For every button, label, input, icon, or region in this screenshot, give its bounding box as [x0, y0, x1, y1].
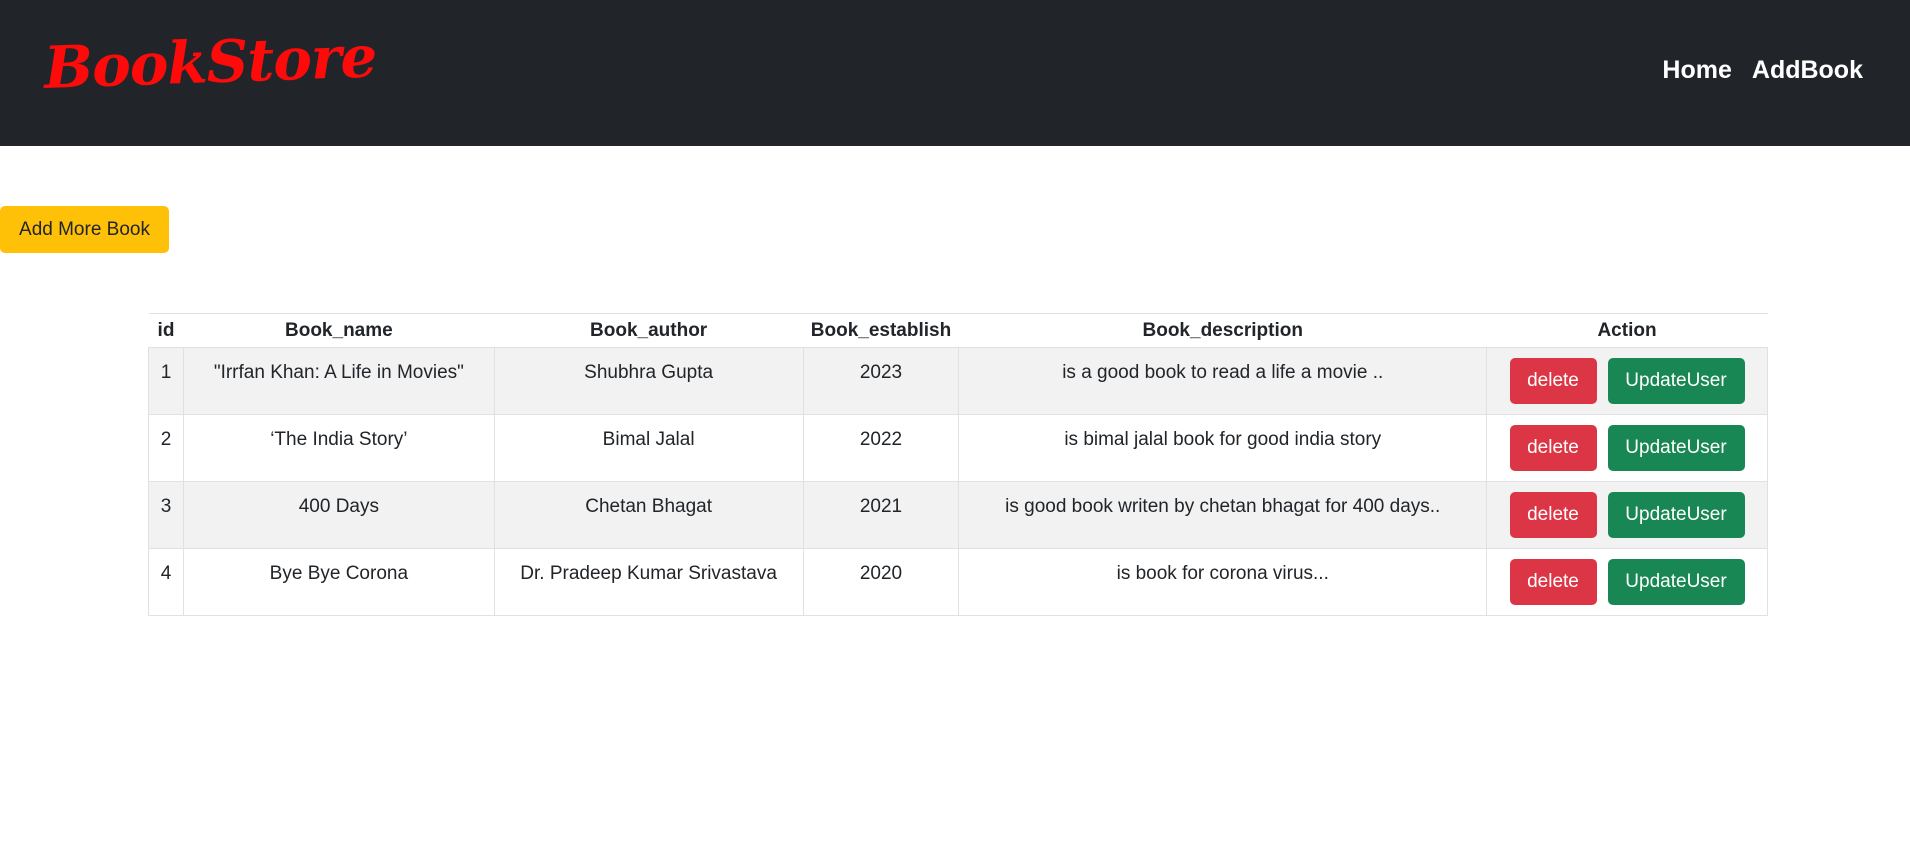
- cell-action: delete UpdateUser: [1486, 548, 1768, 616]
- header-book-author[interactable]: Book_author: [494, 313, 803, 348]
- nav-link-addbook[interactable]: AddBook: [1752, 56, 1863, 85]
- cell-book-description: is a good book to read a life a movie ..: [958, 347, 1488, 415]
- cell-book-author: Chetan Bhagat: [493, 481, 804, 549]
- cell-action: delete UpdateUser: [1486, 414, 1768, 482]
- cell-book-description: is bimal jalal book for good india story: [958, 414, 1488, 482]
- header-book-establish[interactable]: Book_establish: [803, 313, 959, 348]
- delete-button[interactable]: delete: [1509, 358, 1597, 404]
- delete-button[interactable]: delete: [1509, 425, 1597, 471]
- header-book-description[interactable]: Book_description: [958, 313, 1487, 348]
- cell-book-description: is good book writen by chetan bhagat for…: [958, 481, 1488, 549]
- cell-id: 3: [148, 481, 184, 549]
- brand-logo[interactable]: BookStore: [43, 18, 378, 106]
- nav-links: Home AddBook: [1662, 56, 1863, 85]
- navbar: BookStore Home AddBook: [0, 0, 1910, 146]
- cell-book-name: "Irrfan Khan: A Life in Movies": [182, 347, 495, 415]
- header-id[interactable]: id: [148, 313, 184, 348]
- table-header-row: id Book_name Book_author Book_establish …: [148, 313, 1768, 348]
- cell-book-name: ‘The India Story’: [182, 414, 495, 482]
- add-more-book-button[interactable]: Add More Book: [0, 206, 169, 253]
- cell-id: 1: [148, 347, 184, 415]
- cell-book-establish: 2021: [802, 481, 960, 549]
- cell-book-author: Dr. Pradeep Kumar Srivastava: [493, 548, 804, 616]
- update-user-button[interactable]: UpdateUser: [1607, 425, 1745, 471]
- cell-id: 4: [148, 548, 184, 616]
- cell-book-author: Shubhra Gupta: [493, 347, 804, 415]
- table-row: 4 Bye Bye Corona Dr. Pradeep Kumar Sriva…: [148, 548, 1768, 616]
- update-user-button[interactable]: UpdateUser: [1607, 559, 1745, 605]
- cell-book-name: 400 Days: [182, 481, 495, 549]
- cell-action: delete UpdateUser: [1486, 347, 1768, 415]
- table-row: 1 "Irrfan Khan: A Life in Movies" Shubhr…: [148, 347, 1768, 415]
- cell-book-establish: 2022: [802, 414, 960, 482]
- table-row: 2 ‘The India Story’ Bimal Jalal 2022 is …: [148, 414, 1768, 482]
- header-book-name[interactable]: Book_name: [183, 313, 495, 348]
- update-user-button[interactable]: UpdateUser: [1607, 492, 1745, 538]
- delete-button[interactable]: delete: [1509, 559, 1597, 605]
- cell-id: 2: [148, 414, 184, 482]
- cell-book-name: Bye Bye Corona: [182, 548, 495, 616]
- update-user-button[interactable]: UpdateUser: [1607, 358, 1745, 404]
- cell-book-establish: 2020: [802, 548, 960, 616]
- cell-book-author: Bimal Jalal: [493, 414, 804, 482]
- cell-book-description: is book for corona virus...: [958, 548, 1488, 616]
- cell-book-establish: 2023: [802, 347, 960, 415]
- delete-button[interactable]: delete: [1509, 492, 1597, 538]
- books-table-container: id Book_name Book_author Book_establish …: [148, 313, 1768, 616]
- cell-action: delete UpdateUser: [1486, 481, 1768, 549]
- books-table: id Book_name Book_author Book_establish …: [148, 313, 1768, 616]
- header-action: Action: [1486, 313, 1768, 348]
- nav-link-home[interactable]: Home: [1662, 56, 1731, 85]
- table-row: 3 400 Days Chetan Bhagat 2021 is good bo…: [148, 481, 1768, 549]
